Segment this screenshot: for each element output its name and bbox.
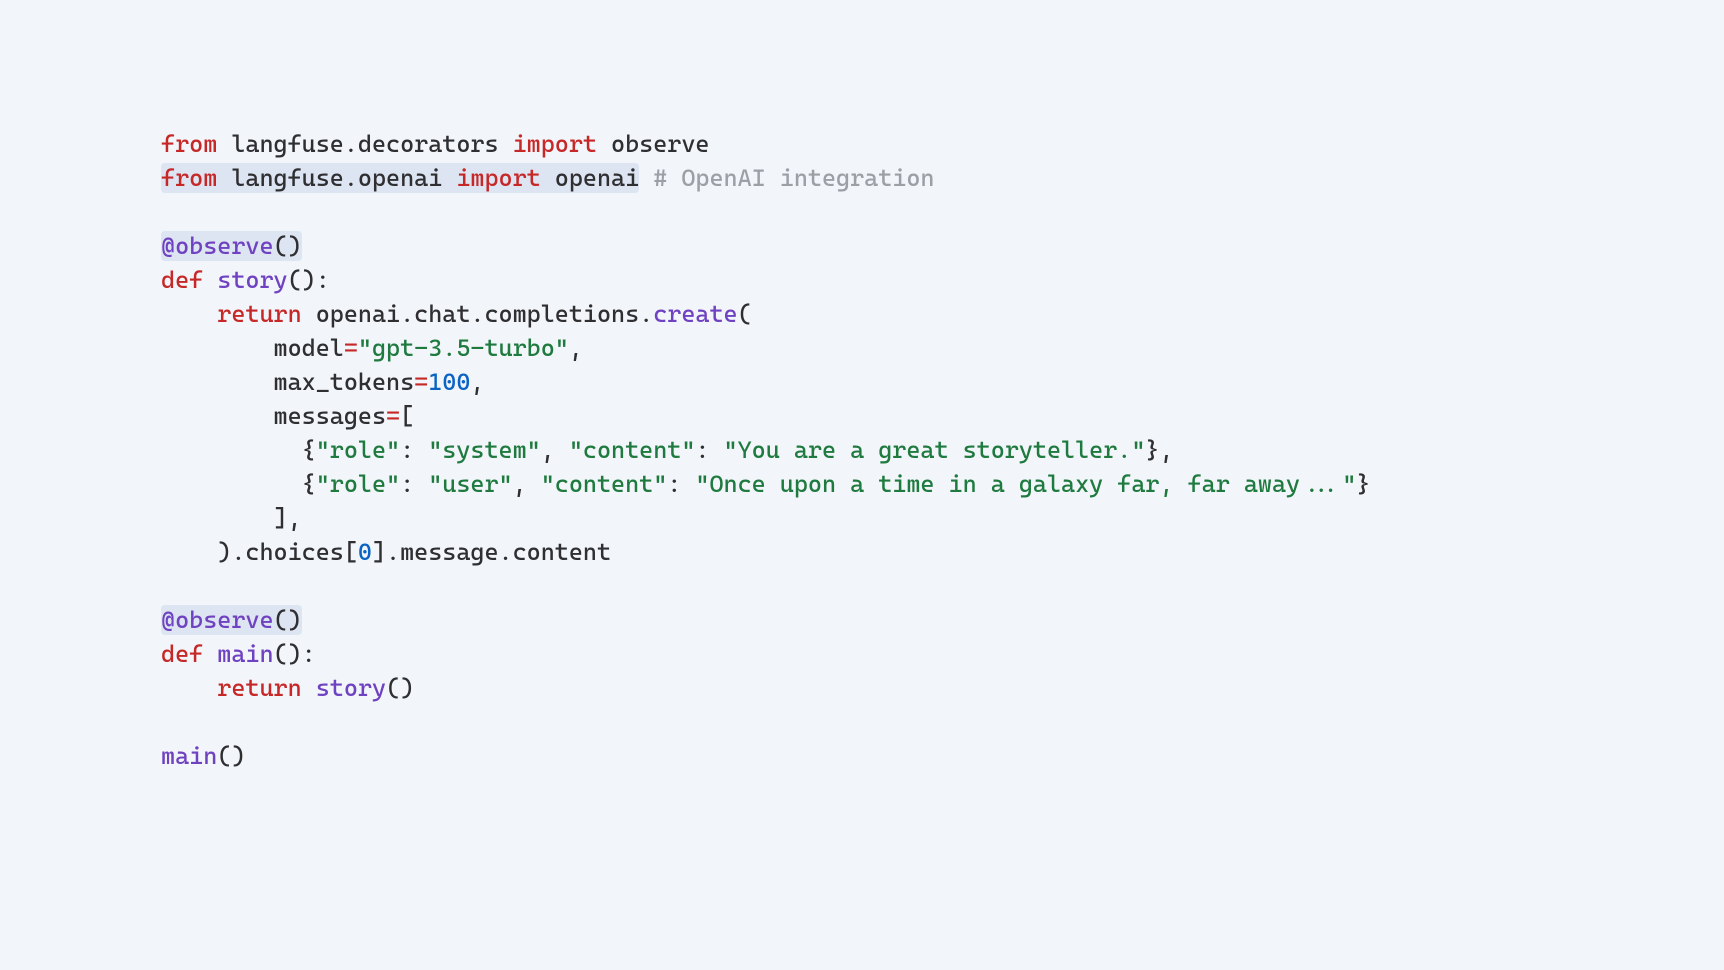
- brace-open: {: [302, 436, 316, 464]
- lbracket: [: [400, 402, 414, 430]
- op-eq: =: [344, 334, 358, 362]
- line-13: ).choices[0].message.content: [161, 538, 611, 566]
- sep: :: [400, 436, 428, 464]
- module-path: langfuse.openai: [231, 164, 442, 192]
- line-6: return openai.chat.completions.create(: [161, 300, 752, 328]
- parens: (): [274, 640, 302, 668]
- decorator-name: observe: [175, 232, 273, 260]
- line-4: @observe(): [161, 231, 302, 261]
- op-eq: =: [414, 368, 428, 396]
- comma: ,: [569, 334, 583, 362]
- decorator-parens: (): [274, 232, 302, 260]
- line-8: max_tokens=100,: [161, 368, 484, 396]
- kw-from: from: [161, 130, 217, 158]
- kw-return: return: [217, 674, 301, 702]
- kw-return: return: [217, 300, 301, 328]
- kw-def: def: [161, 640, 203, 668]
- string: "content": [541, 470, 668, 498]
- tail: .choices[: [231, 538, 358, 566]
- comma: ,: [1159, 436, 1173, 464]
- line-19: main(): [161, 742, 245, 770]
- call: main: [161, 742, 217, 770]
- lparen: (: [738, 300, 752, 328]
- module-path: langfuse.decorators: [231, 130, 498, 158]
- highlight: @observe(): [161, 605, 302, 635]
- string: "content": [569, 436, 696, 464]
- brace-open: {: [302, 470, 316, 498]
- line-12: ],: [161, 504, 302, 532]
- string: "system": [428, 436, 541, 464]
- sep: :: [667, 470, 695, 498]
- line-10: {"role": "system", "content": "You are a…: [161, 436, 1174, 464]
- comment: # OpenAI integration: [653, 164, 934, 192]
- line-9: messages=[: [161, 402, 414, 430]
- fn-name: story: [217, 266, 287, 294]
- arg-name: messages: [274, 402, 387, 430]
- decorator-parens: (): [274, 606, 302, 634]
- line-2: from langfuse.openai import openai # Ope…: [161, 163, 934, 193]
- parens: (): [288, 266, 316, 294]
- string: "role": [316, 470, 400, 498]
- string: "gpt-3.5-turbo": [358, 334, 569, 362]
- op-eq: =: [386, 402, 400, 430]
- import-name: openai: [555, 164, 639, 192]
- sep: :: [695, 436, 723, 464]
- line-16: def main():: [161, 640, 316, 668]
- highlight: @observe(): [161, 231, 302, 261]
- string: "role": [316, 436, 400, 464]
- fn-create: create: [653, 300, 737, 328]
- string: "You are a great storyteller.": [724, 436, 1146, 464]
- import-name: observe: [611, 130, 709, 158]
- colon: :: [302, 640, 316, 668]
- parens: (): [386, 674, 414, 702]
- string: "Once upon a time in a galaxy far, far a…: [695, 470, 1356, 498]
- sep: ,: [541, 436, 569, 464]
- kw-import: import: [513, 130, 597, 158]
- rparen: ): [217, 538, 231, 566]
- line-5: def story():: [161, 266, 330, 294]
- code-block: from langfuse.decorators import observe …: [161, 93, 1370, 773]
- decorator-name: observe: [175, 606, 273, 634]
- number: 0: [358, 538, 372, 566]
- number: 100: [428, 368, 470, 396]
- kw-import: import: [456, 164, 540, 192]
- rbracket: ]: [274, 504, 288, 532]
- kw-def: def: [161, 266, 203, 294]
- tail: ].message.content: [372, 538, 611, 566]
- brace-close: }: [1145, 436, 1159, 464]
- comma: ,: [470, 368, 484, 396]
- fn-name: main: [217, 640, 273, 668]
- sep: :: [400, 470, 428, 498]
- kw-from: from: [161, 164, 217, 192]
- arg-name: max_tokens: [274, 368, 415, 396]
- decorator-at: @: [161, 606, 175, 634]
- line-11: {"role": "user", "content": "Once upon a…: [161, 470, 1370, 498]
- comma: ,: [288, 504, 302, 532]
- chain: openai.chat.completions.: [316, 300, 654, 328]
- colon: :: [316, 266, 330, 294]
- line-7: model="gpt-3.5-turbo",: [161, 334, 583, 362]
- arg-name: model: [274, 334, 344, 362]
- decorator-at: @: [161, 232, 175, 260]
- line-15: @observe(): [161, 605, 302, 635]
- string: "user": [428, 470, 512, 498]
- line-17: return story(): [161, 674, 414, 702]
- parens: (): [217, 742, 245, 770]
- sep: ,: [513, 470, 541, 498]
- line-1: from langfuse.decorators import observe: [161, 130, 709, 158]
- brace-close: }: [1356, 470, 1370, 498]
- call: story: [316, 674, 386, 702]
- highlight: from langfuse.openai import openai: [161, 163, 639, 193]
